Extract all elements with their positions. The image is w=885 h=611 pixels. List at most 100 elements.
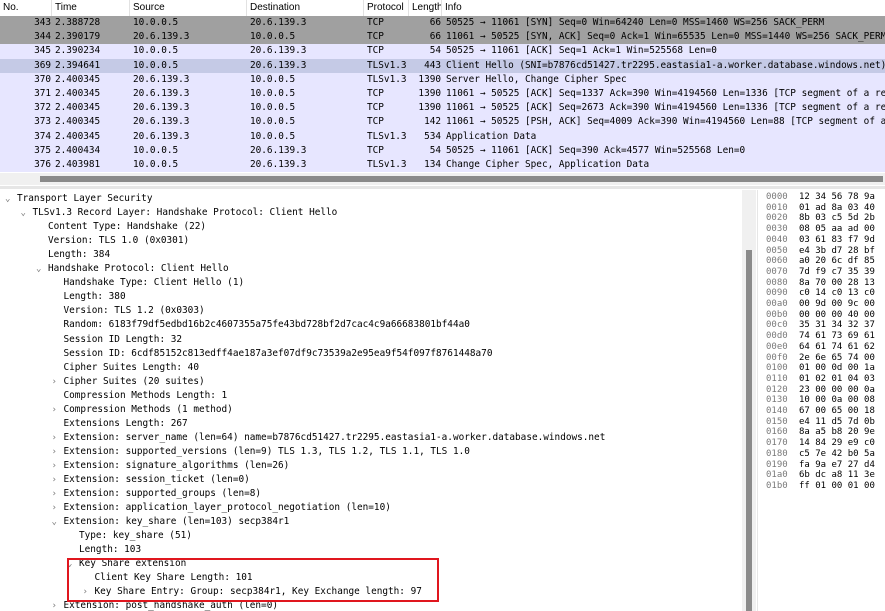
packet-cell-time: 2.400434: [55, 144, 101, 156]
hex-row[interactable]: 0170 14 84 29 e9 c0: [758, 438, 885, 449]
hex-row[interactable]: 0080 8a 70 00 28 13: [758, 278, 885, 289]
tree-item[interactable]: › Extension: session_ticket (len=0): [52, 473, 250, 487]
hex-offset: 0110: [766, 373, 788, 384]
hex-row[interactable]: 0090 c0 14 c0 13 c0: [758, 288, 885, 299]
hex-row[interactable]: 00c0 35 31 34 32 37: [758, 320, 885, 331]
packet-row[interactable]: 370 2.400345 20.6.139.3 10.0.0.5 TLSv1.3 1390…: [0, 72, 885, 87]
tree-item[interactable]: › Cipher Suites (20 suites): [52, 375, 205, 389]
collapsed-arrow-icon[interactable]: ›: [52, 431, 64, 445]
scrollbar-thumb[interactable]: [40, 176, 883, 182]
tree-item[interactable]: › Extension: supported_versions (len=9) T…: [52, 445, 470, 459]
hex-row[interactable]: 0010 01 ad 8a 03 40: [758, 203, 885, 214]
packet-row[interactable]: 344 2.390179 20.6.139.3 10.0.0.5 TCP 66 11061 …: [0, 30, 885, 45]
tree-item[interactable]: › Extension: supported_groups (len=8): [52, 487, 262, 501]
tree-item-label: Handshake Type: Client Hello (1): [63, 277, 245, 289]
tree-item[interactable]: Extensions Length: 267: [52, 417, 188, 431]
tree-item[interactable]: Version: TLS 1.0 (0x0301): [36, 234, 189, 248]
packet-row[interactable]: 376 2.403981 10.0.0.5 20.6.139.3 TLSv1.3 134 C…: [0, 157, 885, 172]
details-vertical-scrollbar[interactable]: [742, 190, 756, 611]
tree-item[interactable]: ⌄ TLSv1.3 Record Layer: Handshake Protoco…: [21, 206, 338, 220]
scrollbar-thumb[interactable]: [746, 250, 752, 611]
tree-item[interactable]: Length: 384: [36, 248, 110, 262]
tree-item[interactable]: Content Type: Handshake (22): [36, 220, 206, 234]
hex-row[interactable]: 01b0 ff 01 00 01 00: [758, 481, 885, 492]
hex-row[interactable]: 0150 e4 11 d5 7d 0b: [758, 417, 885, 428]
hex-row[interactable]: 00b0 00 00 00 40 00: [758, 310, 885, 321]
hex-row[interactable]: 0100 01 00 0d 00 1a: [758, 363, 885, 374]
hex-bytes: a0 20 6c df 85: [799, 256, 875, 267]
hex-row[interactable]: 01a0 6b dc a8 11 3e: [758, 470, 885, 481]
tree-item[interactable]: › Extension: signature_algorithms (len=26…: [52, 459, 290, 473]
expanded-arrow-icon[interactable]: ⌄: [5, 192, 17, 206]
hex-row[interactable]: 00a0 00 9d 00 9c 00: [758, 299, 885, 310]
collapsed-arrow-icon[interactable]: ›: [52, 487, 64, 501]
tree-item[interactable]: Version: TLS 1.2 (0x0303): [52, 304, 205, 318]
collapsed-arrow-icon[interactable]: ›: [52, 403, 64, 417]
tree-item[interactable]: ⌄ Handshake Protocol: Client Hello: [36, 262, 229, 276]
collapsed-arrow-icon[interactable]: ›: [52, 445, 64, 459]
hex-row[interactable]: 0190 fa 9a e7 27 d4: [758, 460, 885, 471]
collapsed-arrow-icon[interactable]: ›: [52, 473, 64, 487]
hex-row[interactable]: 0050 e4 3b d7 28 bf: [758, 246, 885, 257]
column-header-protocol[interactable]: Protocol: [364, 0, 409, 16]
hex-row[interactable]: 0040 03 61 83 f7 9d: [758, 235, 885, 246]
collapsed-arrow-icon[interactable]: ›: [52, 375, 64, 389]
tree-item[interactable]: › Extension: server_name (len=64) name=b7…: [52, 431, 606, 445]
collapsed-arrow-icon[interactable]: ›: [52, 459, 64, 473]
packet-row[interactable]: 375 2.400434 10.0.0.5 20.6.139.3 TCP 54 50525 …: [0, 143, 885, 158]
tree-item[interactable]: ⌄ Extension: key_share (len=103) secp384r…: [52, 515, 290, 529]
column-header-length[interactable]: Length: [409, 0, 442, 16]
hex-row[interactable]: 0180 c5 7e 42 b0 5a: [758, 449, 885, 460]
packet-cell-source: 20.6.139.3: [133, 116, 190, 128]
hex-row[interactable]: 0000 12 34 56 78 9a: [758, 192, 885, 203]
tree-item[interactable]: Random: 6183f79df5edbd16b2c4607355a75fe4…: [52, 318, 470, 332]
hex-row[interactable]: 0140 67 00 65 00 18: [758, 406, 885, 417]
column-header-destination[interactable]: Destination: [247, 0, 364, 16]
collapsed-arrow-icon[interactable]: ›: [52, 501, 64, 515]
hex-row[interactable]: 0030 08 05 aa ad 00: [758, 224, 885, 235]
tree-item[interactable]: ⌄ Transport Layer Security: [5, 192, 152, 206]
hex-row[interactable]: 0120 23 00 00 00 0a: [758, 385, 885, 396]
tree-item[interactable]: Session ID Length: 32: [52, 333, 183, 347]
packet-row[interactable]: 372 2.400345 20.6.139.3 10.0.0.5 TCP 1390 1106…: [0, 101, 885, 116]
column-header-time[interactable]: Time: [52, 0, 130, 16]
tree-item[interactable]: › Extension: application_layer_protocol_n…: [52, 501, 391, 515]
packet-cell-source: 10.0.0.5: [133, 17, 179, 28]
packet-cell-time: 2.403981: [55, 158, 101, 170]
packet-row[interactable]: 373 2.400345 20.6.139.3 10.0.0.5 TCP 142 11061…: [0, 115, 885, 130]
column-header-source[interactable]: Source: [130, 0, 247, 16]
collapsed-arrow-icon[interactable]: ›: [52, 599, 64, 611]
packet-cell-length: 66: [429, 31, 441, 43]
hex-row[interactable]: 0060 a0 20 6c df 85: [758, 256, 885, 267]
packet-row[interactable]: 371 2.400345 20.6.139.3 10.0.0.5 TCP 1390 1106…: [0, 86, 885, 102]
packet-row[interactable]: 374 2.400345 20.6.139.3 10.0.0.5 TLSv1.3 534 A…: [0, 129, 885, 144]
tree-item[interactable]: › Compression Methods (1 method): [52, 403, 233, 417]
hex-row[interactable]: 00f0 2e 6e 65 74 00: [758, 353, 885, 364]
column-header-no[interactable]: No.: [0, 0, 52, 16]
expanded-arrow-icon[interactable]: ⌄: [21, 206, 33, 220]
tree-item[interactable]: Length: 380: [52, 290, 126, 304]
tree-item[interactable]: Type: key_share (51): [67, 529, 192, 543]
hex-row[interactable]: 00d0 74 61 73 69 61: [758, 331, 885, 342]
tree-item[interactable]: Cipher Suites Length: 40: [52, 361, 199, 375]
packet-row[interactable]: 345 2.390234 10.0.0.5 20.6.139.3 TCP 54 50525 …: [0, 44, 885, 59]
tree-item[interactable]: Compression Methods Length: 1: [52, 389, 228, 403]
tree-item[interactable]: Length: 103: [67, 543, 141, 557]
hex-row[interactable]: 0020 8b 03 c5 5d 2b: [758, 213, 885, 224]
packet-row[interactable]: 369 2.394641 10.0.0.5 20.6.139.3 TLSv1.3 443 C…: [0, 58, 885, 73]
hex-bytes: 8a a5 b8 20 9e: [799, 427, 875, 438]
hex-row[interactable]: 0070 7d f9 c7 35 39: [758, 267, 885, 278]
tree-item[interactable]: Session ID: 6cdf85152c813edff4ae187a3ef0…: [52, 347, 493, 361]
packet-list-horizontal-scrollbar[interactable]: [0, 173, 885, 185]
packet-cell-no: 369: [34, 59, 51, 71]
hex-row[interactable]: 0130 10 00 0a 00 08: [758, 395, 885, 406]
tree-item[interactable]: Handshake Type: Client Hello (1): [52, 276, 245, 290]
hex-row[interactable]: 0160 8a a5 b8 20 9e: [758, 427, 885, 438]
hex-row[interactable]: 00e0 64 61 74 61 62: [758, 342, 885, 353]
column-header-info[interactable]: Info: [442, 0, 885, 16]
pane-splitter[interactable]: [0, 186, 885, 189]
expanded-arrow-icon[interactable]: ⌄: [36, 262, 48, 276]
expanded-arrow-icon[interactable]: ⌄: [52, 515, 64, 529]
hex-row[interactable]: 0110 01 02 01 04 03: [758, 374, 885, 385]
packet-row[interactable]: 343 2.388728 10.0.0.5 20.6.139.3 TCP 66 50525 …: [0, 16, 885, 31]
